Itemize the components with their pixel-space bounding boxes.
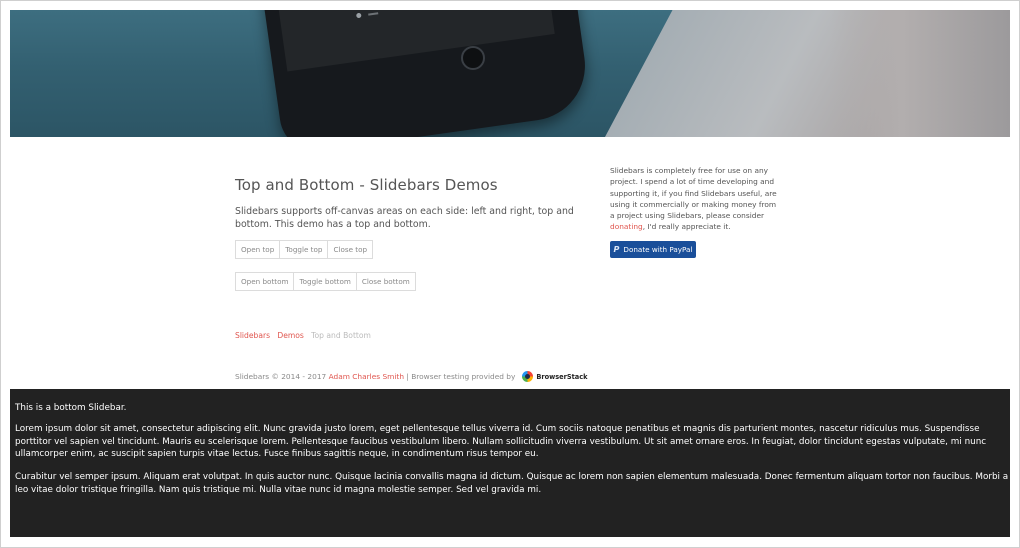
breadcrumb-separator	[306, 331, 308, 340]
donation-text: Slidebars is completely free for use on …	[610, 165, 780, 233]
bottom-slidebar-paragraph-2: Curabitur vel semper ipsum. Aliquam erat…	[15, 472, 1009, 495]
footer-browser-testing: | Browser testing provided by	[406, 372, 516, 381]
toggle-top-button[interactable]: Toggle top	[279, 240, 329, 259]
footer-author-link[interactable]: Adam Charles Smith	[329, 372, 404, 381]
breadcrumb-demos[interactable]: Demos	[277, 331, 304, 340]
bottom-button-group: Open bottom Toggle bottom Close bottom	[235, 272, 416, 291]
phone-home-button	[461, 46, 485, 70]
close-top-button[interactable]: Close top	[327, 240, 374, 259]
close-bottom-button[interactable]: Close bottom	[355, 272, 416, 291]
bottom-slidebar: This is a bottom Slidebar. Lorem ipsum d…	[10, 389, 1010, 537]
browserstack-icon	[522, 371, 534, 382]
hero-phone	[257, 10, 593, 137]
hero-phone-screen	[271, 10, 555, 72]
breadcrumb-current: Top and Bottom	[311, 331, 371, 340]
donation-text-body: Slidebars is completely free for use on …	[610, 166, 777, 221]
open-bottom-button[interactable]: Open bottom	[235, 272, 295, 291]
toggle-bottom-button[interactable]: Toggle bottom	[293, 272, 357, 291]
screen-dot	[355, 12, 362, 19]
browserstack-label: BrowserStack	[536, 372, 588, 381]
breadcrumb-slidebars[interactable]: Slidebars	[235, 331, 270, 340]
screen-line	[368, 12, 379, 16]
donate-paypal-button[interactable]: P Donate with PayPal	[610, 241, 696, 258]
browserstack-logo[interactable]: BrowserStack	[522, 371, 588, 382]
top-button-group: Open top Toggle top Close top	[235, 240, 374, 259]
breadcrumb: Slidebars Demos Top and Bottom	[235, 331, 371, 340]
open-top-button[interactable]: Open top	[235, 240, 281, 259]
breadcrumb-separator	[273, 331, 275, 340]
hero-image	[10, 10, 1010, 137]
footer-copyright: Slidebars © 2014 - 2017	[235, 372, 327, 381]
bottom-slidebar-paragraph-1: Lorem ipsum dolor sit amet, consectetur …	[15, 424, 987, 459]
hero-background-fade	[830, 10, 1010, 137]
donating-link[interactable]: donating	[610, 222, 643, 231]
donate-paypal-label: Donate with PayPal	[623, 245, 693, 254]
donation-text-tail: , I'd really appreciate it.	[642, 222, 731, 232]
page-lead: Slidebars supports off-canvas areas on e…	[235, 206, 574, 230]
bottom-slidebar-heading: This is a bottom Slidebar.	[15, 403, 127, 413]
paypal-icon: P	[613, 245, 620, 254]
page-title: Top and Bottom - Slidebars Demos	[235, 176, 498, 194]
footer: Slidebars © 2014 - 2017 Adam Charles Smi…	[235, 371, 588, 382]
